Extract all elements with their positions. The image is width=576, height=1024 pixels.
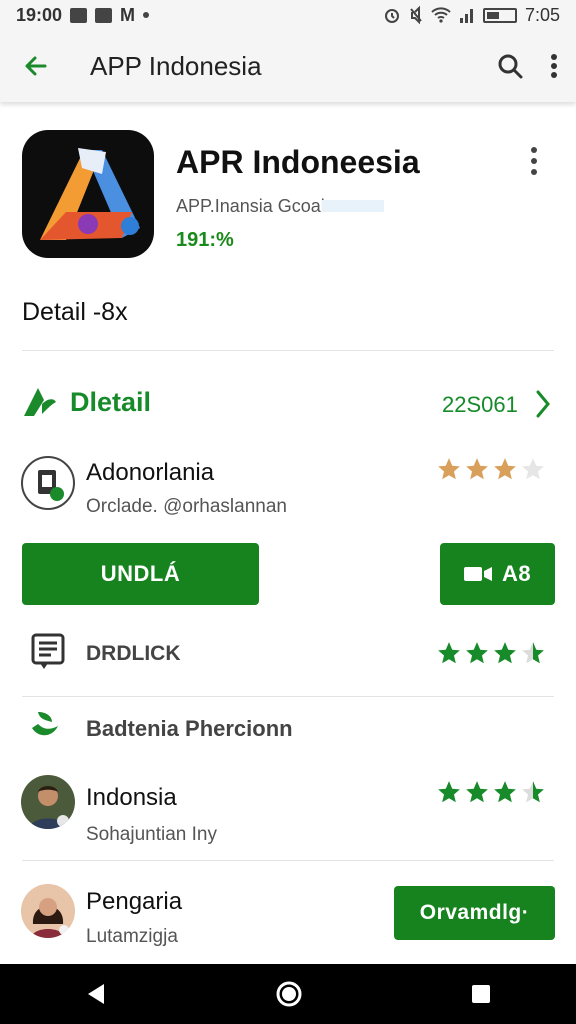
star-icon [466, 642, 488, 664]
status-time-right: 7:05 [524, 4, 560, 25]
video-icon [463, 567, 492, 581]
app-developer[interactable]: APP.Inansia Gcoal [176, 196, 325, 217]
app-rating: 191:% [176, 229, 234, 251]
app-name: APR Indoneesia [176, 144, 420, 180]
star-icon [522, 642, 544, 664]
avatar [21, 884, 75, 938]
detail-count: 22S061 [442, 392, 518, 417]
more-vert-icon[interactable] [550, 53, 558, 79]
star-icon [494, 781, 516, 803]
status-bar: 19:00 M 7:05 [0, 0, 576, 30]
row-title: Indonsia [86, 784, 177, 811]
star-icon [466, 458, 488, 480]
install-button[interactable]: UNDLÁ [22, 543, 259, 605]
star-rating [436, 779, 546, 805]
system-nav-bar [0, 964, 576, 1024]
mute-icon [410, 6, 422, 24]
wifi-icon [431, 7, 451, 23]
star-icon [522, 781, 544, 803]
row-subtitle: Orclade. @orhaslannan [86, 496, 287, 517]
row-title: Badtenia Phercionn [86, 716, 293, 741]
star-icon [438, 642, 460, 664]
leaf-icon [32, 712, 58, 736]
section-title: Detail -8x [22, 298, 128, 326]
nav-home-icon[interactable] [275, 980, 303, 1008]
divider [22, 860, 554, 861]
document-icon [31, 633, 65, 669]
divider [22, 350, 554, 351]
action-button[interactable]: Orvamdlg· [394, 886, 555, 940]
row-subtitle: Sohajuntian Iny [86, 824, 217, 845]
video-button[interactable]: A8 [440, 543, 555, 605]
row-title: Pengaria [86, 888, 183, 915]
battery-icon [482, 7, 517, 23]
status-time-left: 19:00 [16, 4, 63, 25]
star-rating [436, 640, 546, 666]
star-rating [436, 456, 546, 482]
nav-recents-icon[interactable] [470, 983, 492, 1005]
divider [22, 696, 554, 697]
signal-icon [459, 9, 473, 23]
notification-icon [70, 7, 88, 23]
detail-label: Dletail [70, 386, 152, 417]
star-icon [438, 458, 460, 480]
app-icon [22, 130, 154, 258]
dot-icon [143, 12, 150, 18]
leaf-icon [24, 388, 56, 416]
app-bar-title: APP Indonesia [90, 50, 262, 81]
avatar [21, 775, 75, 829]
more-vert-icon[interactable] [530, 146, 538, 176]
app-bar: APP Indonesia [0, 30, 576, 102]
row-title: DRDLICK [86, 642, 181, 665]
notification-icon [95, 7, 113, 23]
row-subtitle: Lutamzigja [86, 926, 178, 947]
star-icon [522, 458, 544, 480]
star-icon [494, 642, 516, 664]
developer-highlight [322, 200, 384, 212]
alarm-icon [384, 9, 399, 23]
detail-header[interactable]: Dletail [22, 386, 151, 418]
star-icon [466, 781, 488, 803]
chevron-right-icon[interactable] [532, 388, 552, 420]
back-arrow-icon [25, 56, 47, 76]
nav-back-icon[interactable] [84, 982, 108, 1006]
video-button-label: A8 [501, 561, 532, 586]
avatar [21, 456, 75, 510]
star-icon [438, 781, 460, 803]
row-title: Adonorlania [86, 459, 215, 486]
back-button[interactable] [16, 46, 56, 86]
search-icon[interactable] [496, 52, 524, 80]
mail-icon: M [120, 4, 136, 25]
star-icon [494, 458, 516, 480]
